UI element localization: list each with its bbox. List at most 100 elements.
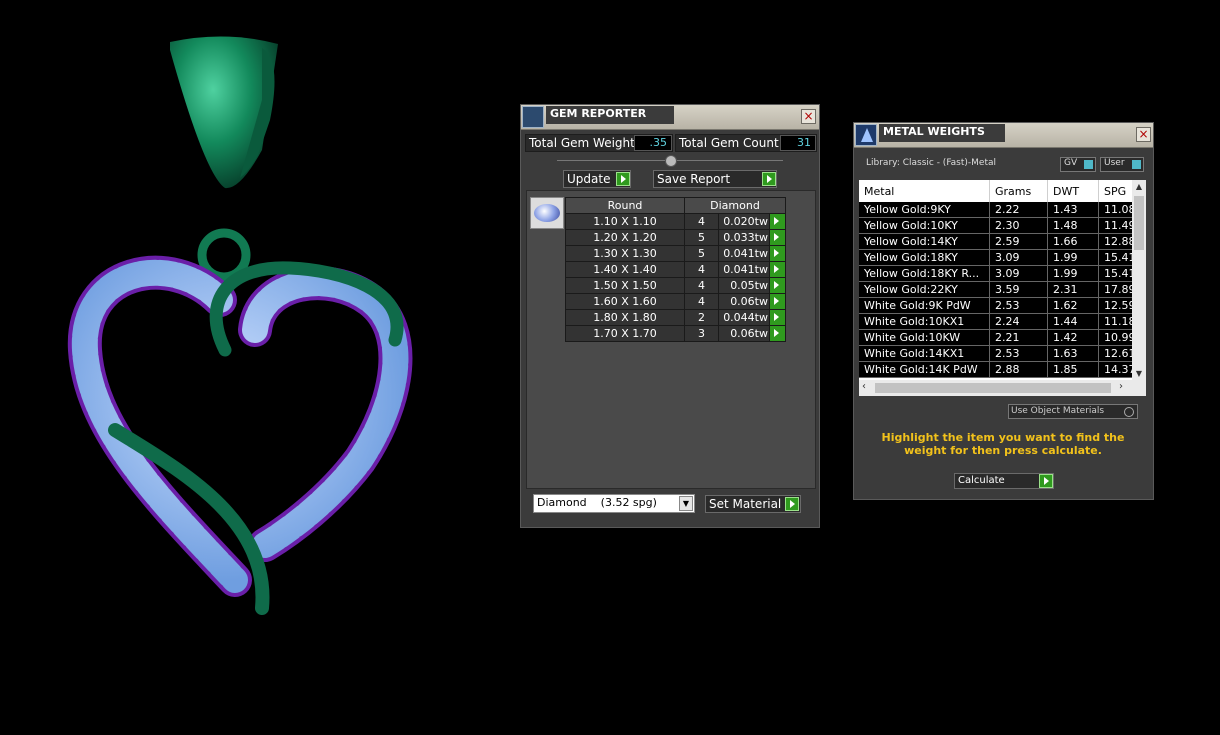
metal-row[interactable]: Yellow Gold:22KY 3.59 2.31 17.89 — [859, 281, 1138, 298]
select-gem-arrow-icon[interactable] — [769, 293, 786, 310]
metal-list[interactable]: Metal Grams DWT SPG Yellow Gold:9KY 2.22 1… — [859, 180, 1146, 396]
horizontal-scrollbar[interactable]: ‹ › — [859, 380, 1146, 396]
save-report-go-icon[interactable] — [762, 172, 776, 186]
select-gem-arrow-icon[interactable] — [769, 309, 786, 326]
metal-row[interactable]: Yellow Gold:10KY 2.30 1.48 11.49 — [859, 217, 1138, 234]
viewport-3d[interactable] — [0, 0, 510, 731]
column-header-grams[interactable]: Grams — [989, 180, 1048, 202]
metal-name: White Gold:10KW — [859, 329, 990, 346]
metal-row[interactable]: Yellow Gold:14KY 2.59 1.66 12.88 — [859, 233, 1138, 250]
save-report-button[interactable]: Save Report — [653, 170, 777, 188]
metal-name: White Gold:14K PdW — [859, 361, 990, 378]
metal-table: Metal Grams DWT SPG Yellow Gold:9KY 2.22 1… — [859, 180, 1138, 378]
metal-name: Yellow Gold:18KY — [859, 249, 990, 266]
gem-count: 2 — [684, 309, 719, 326]
metal-row[interactable]: White Gold:9K PdW 2.53 1.62 12.59 — [859, 297, 1138, 314]
gv-label: GV — [1064, 158, 1078, 168]
metal-dwt: 1.44 — [1047, 313, 1099, 330]
scroll-down-icon[interactable]: ▼ — [1132, 369, 1146, 378]
gem-count: 5 — [684, 229, 719, 246]
metal-grams: 3.59 — [989, 281, 1048, 298]
library-label: Library: Classic - (Fast)-Metal — [866, 158, 997, 168]
gem-size: 1.50 X 1.50 — [565, 277, 685, 294]
gem-count: 3 — [684, 325, 719, 342]
metal-grams: 3.09 — [989, 249, 1048, 266]
gem-weight: 0.041tw — [718, 245, 770, 262]
column-header-metal[interactable]: Metal — [859, 180, 990, 202]
gem-weight: 0.05tw — [718, 277, 770, 294]
metal-weights-close-button[interactable]: × — [1136, 127, 1151, 142]
user-label: User — [1104, 158, 1125, 168]
shape-header: Round — [565, 197, 685, 214]
metal-row[interactable]: Yellow Gold:18KY R... 3.09 1.99 15.41 — [859, 265, 1138, 282]
metal-name: Yellow Gold:14KY — [859, 233, 990, 250]
gem-row[interactable]: 1.80 X 1.80 2 0.044tw — [565, 309, 786, 326]
metal-weights-titlebar[interactable]: METAL WEIGHTS × — [854, 123, 1153, 148]
metal-grams: 2.21 — [989, 329, 1048, 346]
metal-name: Yellow Gold:22KY — [859, 281, 990, 298]
select-gem-arrow-icon[interactable] — [769, 325, 786, 342]
metal-grams: 2.59 — [989, 233, 1048, 250]
heart-pendant-render — [67, 36, 413, 615]
gem-row[interactable]: 1.30 X 1.30 5 0.041tw — [565, 245, 786, 262]
scroll-right-icon[interactable]: › — [1119, 381, 1123, 392]
vertical-scrollbar[interactable]: ▲ ▼ — [1132, 180, 1146, 380]
instruction-text: Highlight the item you want to find the … — [881, 431, 1125, 457]
metal-grams: 2.30 — [989, 217, 1048, 234]
gem-size: 1.60 X 1.60 — [565, 293, 685, 310]
metal-row[interactable]: White Gold:14KX1 2.53 1.63 12.61 — [859, 345, 1138, 362]
gem-reporter-title: GEM REPORTER — [546, 106, 674, 124]
material-select-value: Diamond (3.52 spg) — [537, 496, 657, 509]
metal-grams: 3.09 — [989, 265, 1048, 282]
metal-dwt: 1.85 — [1047, 361, 1099, 378]
select-gem-arrow-icon[interactable] — [769, 213, 786, 230]
gem-row[interactable]: 1.40 X 1.40 4 0.041tw — [565, 261, 786, 278]
gem-reporter-close-button[interactable]: × — [801, 109, 816, 124]
metal-row[interactable]: White Gold:14K PdW 2.88 1.85 14.37 — [859, 361, 1138, 378]
round-diamond-gem-icon[interactable] — [530, 197, 564, 229]
gem-weight: 0.041tw — [718, 261, 770, 278]
splitter-handle-icon[interactable] — [665, 155, 677, 167]
select-gem-arrow-icon[interactable] — [769, 229, 786, 246]
use-object-materials-toggle[interactable]: Use Object Materials — [1008, 404, 1138, 419]
scroll-left-icon[interactable]: ‹ — [862, 381, 866, 392]
chevron-down-icon[interactable]: ▼ — [679, 496, 693, 511]
gem-size: 1.20 X 1.20 — [565, 229, 685, 246]
metal-row[interactable]: White Gold:10KX1 2.24 1.44 11.18 — [859, 313, 1138, 330]
gem-count: 4 — [684, 213, 719, 230]
material-select[interactable]: Diamond (3.52 spg) ▼ — [533, 494, 695, 513]
metal-name: White Gold:10KX1 — [859, 313, 990, 330]
gem-size: 1.80 X 1.80 — [565, 309, 685, 326]
metal-row[interactable]: Yellow Gold:18KY 3.09 1.99 15.41 — [859, 249, 1138, 266]
gem-reporter-titlebar[interactable]: GEM REPORTER × — [521, 105, 819, 130]
gv-toggle[interactable]: GV — [1060, 157, 1096, 172]
metal-grams: 2.22 — [989, 202, 1048, 218]
select-gem-arrow-icon[interactable] — [769, 261, 786, 278]
scroll-up-icon[interactable]: ▲ — [1132, 182, 1146, 191]
select-gem-arrow-icon[interactable] — [769, 277, 786, 294]
gem-size: 1.40 X 1.40 — [565, 261, 685, 278]
metal-row[interactable]: White Gold:10KW 2.21 1.42 10.99 — [859, 329, 1138, 346]
gem-row[interactable]: 1.20 X 1.20 5 0.033tw — [565, 229, 786, 246]
gem-row[interactable]: 1.10 X 1.10 4 0.020tw — [565, 213, 786, 230]
metal-name: Yellow Gold:9KY — [859, 202, 990, 218]
gem-row[interactable]: 1.60 X 1.60 4 0.06tw — [565, 293, 786, 310]
metal-row[interactable]: Yellow Gold:9KY 2.22 1.43 11.08 — [859, 202, 1138, 218]
gem-reporter-app-icon — [522, 106, 544, 128]
gem-table: Round Diamond 1.10 X 1.10 4 0.020tw 1.20 X … — [565, 197, 786, 342]
metal-weights-app-icon — [855, 124, 877, 146]
metal-name: Yellow Gold:10KY — [859, 217, 990, 234]
gem-row[interactable]: 1.50 X 1.50 4 0.05tw — [565, 277, 786, 294]
column-header-dwt[interactable]: DWT — [1047, 180, 1099, 202]
calculate-go-icon[interactable] — [1039, 474, 1053, 488]
metal-weights-panel: METAL WEIGHTS × Library: Classic - (Fast… — [853, 122, 1154, 500]
user-toggle[interactable]: User — [1100, 157, 1144, 172]
set-material-go-icon[interactable] — [785, 497, 799, 511]
hscroll-thumb[interactable] — [875, 383, 1111, 393]
update-go-icon[interactable] — [616, 172, 630, 186]
gem-count: 4 — [684, 293, 719, 310]
scroll-thumb[interactable] — [1134, 196, 1144, 250]
select-gem-arrow-icon[interactable] — [769, 245, 786, 262]
gem-row[interactable]: 1.70 X 1.70 3 0.06tw — [565, 325, 786, 342]
total-gem-count-value: 31 — [780, 135, 816, 151]
